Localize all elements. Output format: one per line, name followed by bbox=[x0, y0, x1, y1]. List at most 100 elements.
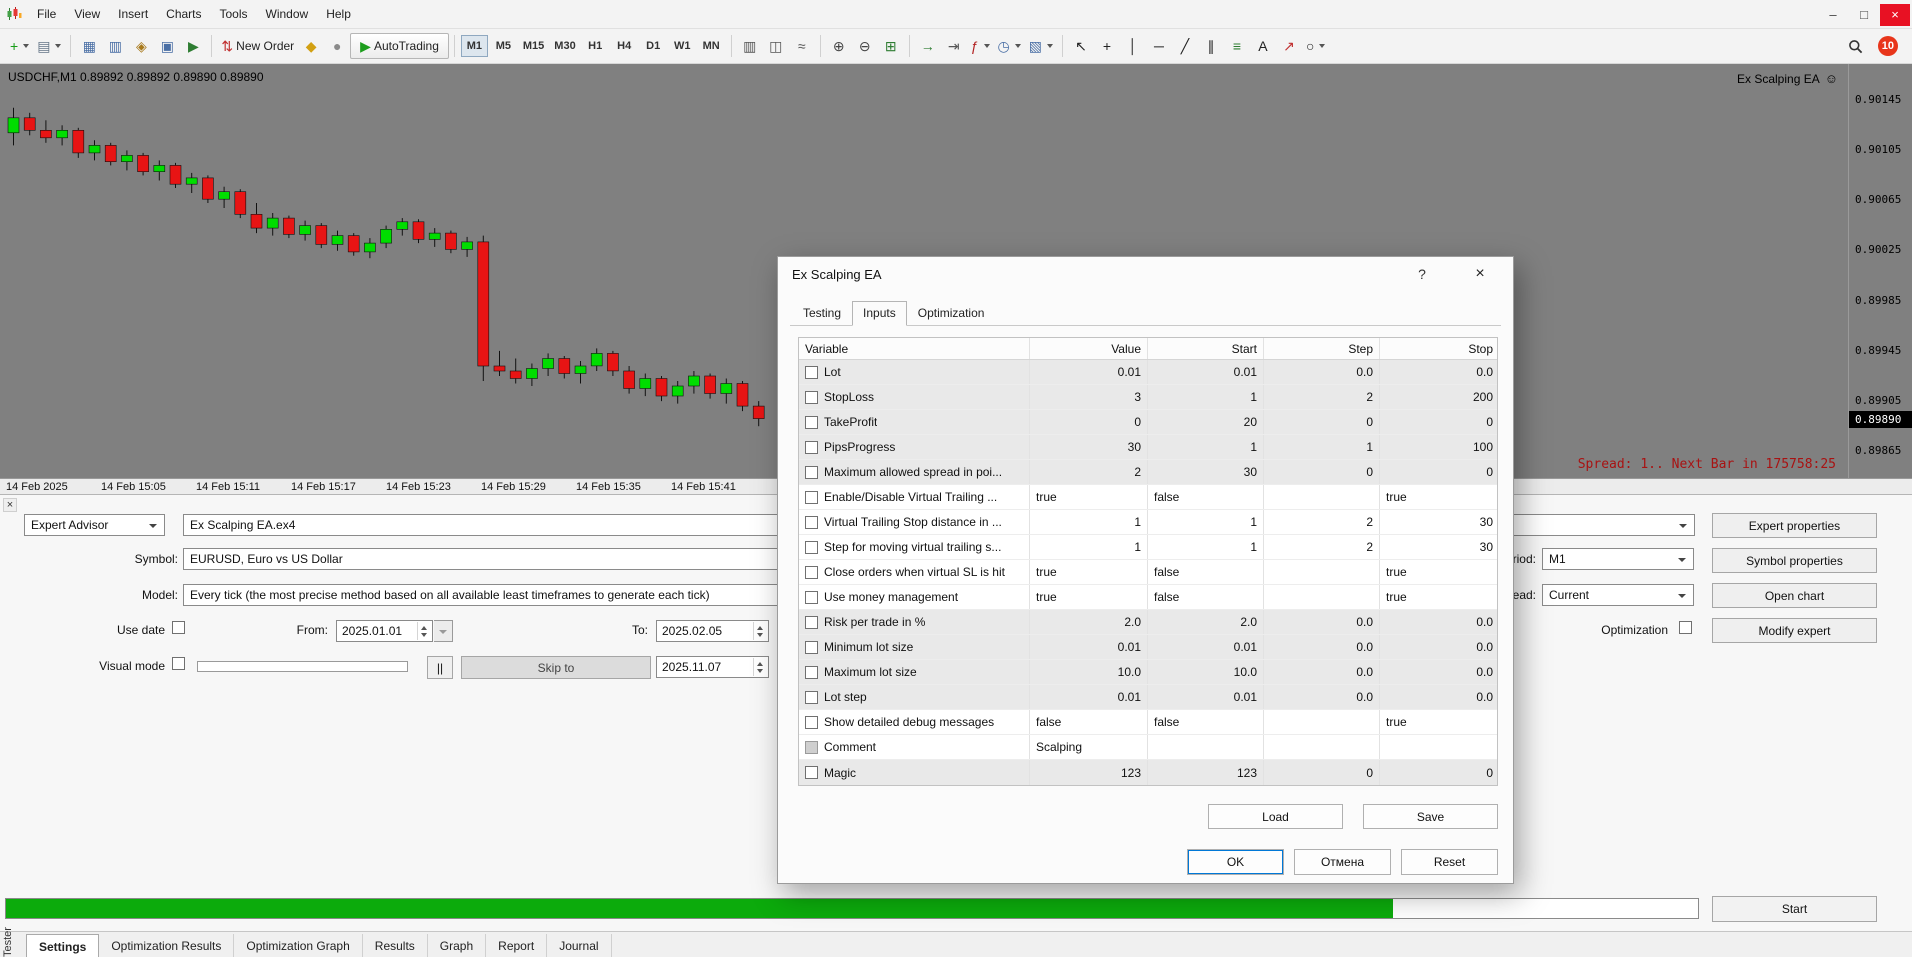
param-start-cell[interactable]: 123 bbox=[1148, 760, 1264, 785]
param-step-cell[interactable]: 2 bbox=[1264, 385, 1380, 409]
zoom-in-button[interactable]: ⊕ bbox=[826, 33, 852, 59]
param-step-cell[interactable] bbox=[1264, 710, 1380, 734]
timeframe-m15-button[interactable]: M15 bbox=[519, 35, 548, 57]
ea-badge[interactable]: Ex Scalping EA ☺ bbox=[1737, 71, 1838, 86]
tester-tab-optim-ization-results[interactable]: Optim­ization Results bbox=[99, 934, 235, 957]
timeframe-d1-button[interactable]: D1 bbox=[640, 35, 667, 57]
param-start-cell[interactable]: 1 bbox=[1148, 535, 1264, 559]
vertical-line-button[interactable]: │ bbox=[1120, 33, 1146, 59]
indicators-button[interactable]: ƒ bbox=[967, 33, 994, 59]
expert-advisor-select[interactable]: Expert Advisor bbox=[24, 514, 165, 536]
param-value-cell[interactable]: false bbox=[1030, 710, 1148, 734]
param-stop-cell[interactable]: 0.0 bbox=[1380, 635, 1499, 659]
param-value-cell[interactable]: 10.0 bbox=[1030, 660, 1148, 684]
text-button[interactable]: A bbox=[1250, 33, 1276, 59]
crosshair-button[interactable]: + bbox=[1094, 33, 1120, 59]
charts-candles-button[interactable]: ◫ bbox=[763, 33, 789, 59]
menu-window[interactable]: Window bbox=[257, 7, 318, 21]
param-checkbox[interactable] bbox=[805, 490, 818, 504]
arrows-button[interactable]: ↗ bbox=[1276, 33, 1302, 59]
param-checkbox[interactable] bbox=[805, 440, 818, 454]
param-checkbox[interactable] bbox=[805, 665, 818, 679]
ok-button[interactable]: OK bbox=[1187, 849, 1284, 875]
param-value-cell[interactable]: 0.01 bbox=[1030, 360, 1148, 384]
shapes-button[interactable]: ○ bbox=[1302, 33, 1329, 59]
notifications-badge[interactable]: 10 bbox=[1877, 36, 1898, 56]
modify-expert-button[interactable]: Modify expert bbox=[1712, 618, 1877, 643]
dialog-titlebar[interactable]: Ex Scalping EA bbox=[778, 257, 1513, 291]
tester-tab-settings[interactable]: Settings bbox=[26, 934, 100, 957]
templates-button[interactable]: ▧ bbox=[1025, 33, 1057, 59]
param-checkbox[interactable] bbox=[805, 565, 818, 579]
new-chart-button[interactable]: + bbox=[6, 33, 33, 59]
skip-to-button[interactable]: Skip to bbox=[461, 656, 651, 679]
param-value-cell[interactable]: true bbox=[1030, 485, 1148, 509]
use-date-checkbox[interactable] bbox=[172, 621, 185, 634]
zoom-out-button[interactable]: ⊖ bbox=[852, 33, 878, 59]
cancel-button[interactable]: Отмена bbox=[1294, 849, 1391, 875]
navigator-button[interactable]: ◈ bbox=[128, 33, 154, 59]
charts-bar-button[interactable]: ▥ bbox=[737, 33, 763, 59]
periods-button[interactable]: ◷ bbox=[994, 33, 1025, 59]
param-value-cell[interactable]: 123 bbox=[1030, 760, 1148, 785]
reset-button[interactable]: Reset bbox=[1401, 849, 1498, 875]
param-start-cell[interactable]: 1 bbox=[1148, 435, 1264, 459]
close-button[interactable]: × bbox=[1880, 3, 1910, 26]
autotrading-button[interactable]: ▶ AutoTrading bbox=[350, 33, 449, 59]
param-step-cell[interactable]: 0 bbox=[1264, 410, 1380, 434]
param-value-cell[interactable]: 0.01 bbox=[1030, 635, 1148, 659]
horizontal-line-button[interactable]: ─ bbox=[1146, 33, 1172, 59]
new-order-button[interactable]: ⇅ New Order bbox=[217, 33, 298, 59]
param-checkbox[interactable] bbox=[805, 515, 818, 529]
tester-tab-optimization-graph[interactable]: Optimization Graph bbox=[234, 934, 363, 957]
param-stop-cell[interactable]: 0 bbox=[1380, 460, 1499, 484]
timeframe-m5-button[interactable]: M5 bbox=[490, 35, 517, 57]
param-stop-cell[interactable]: 30 bbox=[1380, 510, 1499, 534]
param-checkbox[interactable] bbox=[805, 465, 818, 479]
param-stop-cell[interactable]: 0 bbox=[1380, 760, 1499, 785]
param-start-cell[interactable]: false bbox=[1148, 585, 1264, 609]
param-step-cell[interactable]: 0 bbox=[1264, 760, 1380, 785]
param-start-cell[interactable]: 0.01 bbox=[1148, 360, 1264, 384]
optimization-checkbox[interactable] bbox=[1679, 621, 1692, 634]
param-start-cell[interactable]: 0.01 bbox=[1148, 685, 1264, 709]
options-button[interactable]: ● bbox=[324, 33, 350, 59]
param-value-cell[interactable]: true bbox=[1030, 585, 1148, 609]
visual-speed-slider[interactable] bbox=[197, 661, 408, 672]
dialog-close-button[interactable]: × bbox=[1467, 262, 1493, 286]
menu-help[interactable]: Help bbox=[317, 7, 360, 21]
param-step-cell[interactable]: 0.0 bbox=[1264, 685, 1380, 709]
from-date-field[interactable]: 2025.01.01 bbox=[336, 620, 433, 642]
fibonacci-button[interactable]: ≡ bbox=[1224, 33, 1250, 59]
load-button[interactable]: Load bbox=[1208, 804, 1343, 829]
save-button[interactable]: Save bbox=[1363, 804, 1498, 829]
param-step-cell[interactable]: 0.0 bbox=[1264, 610, 1380, 634]
pause-button[interactable]: || bbox=[427, 656, 453, 679]
param-stop-cell[interactable]: 100 bbox=[1380, 435, 1499, 459]
spinner-icon[interactable] bbox=[753, 622, 766, 640]
minimize-button[interactable]: – bbox=[1818, 4, 1848, 26]
param-checkbox[interactable] bbox=[805, 640, 818, 654]
param-start-cell[interactable]: 0.01 bbox=[1148, 635, 1264, 659]
param-value-cell[interactable]: Scalping bbox=[1030, 735, 1148, 759]
param-step-cell[interactable] bbox=[1264, 560, 1380, 584]
param-checkbox[interactable] bbox=[805, 615, 818, 629]
period-select[interactable]: M1 bbox=[1542, 548, 1694, 570]
terminal-button[interactable]: ▣ bbox=[154, 33, 180, 59]
param-stop-cell[interactable]: 0.0 bbox=[1380, 360, 1499, 384]
dialog-tab-inputs[interactable]: Inputs bbox=[852, 301, 907, 326]
menu-tools[interactable]: Tools bbox=[211, 7, 257, 21]
timeframe-h1-button[interactable]: H1 bbox=[582, 35, 609, 57]
panel-close-icon[interactable]: × bbox=[3, 498, 17, 512]
chart-shift-button[interactable]: ⇥ bbox=[941, 33, 967, 59]
param-checkbox[interactable] bbox=[805, 590, 818, 604]
param-value-cell[interactable]: true bbox=[1030, 560, 1148, 584]
metaeditor-button[interactable]: ◆ bbox=[298, 33, 324, 59]
param-checkbox[interactable] bbox=[805, 690, 818, 704]
dialog-tab-optimization[interactable]: Optimization bbox=[907, 301, 996, 326]
search-icon[interactable] bbox=[1843, 33, 1869, 59]
menu-file[interactable]: File bbox=[28, 7, 65, 21]
param-stop-cell[interactable]: 30 bbox=[1380, 535, 1499, 559]
param-step-cell[interactable]: 0 bbox=[1264, 460, 1380, 484]
spinner-icon[interactable] bbox=[417, 622, 430, 640]
